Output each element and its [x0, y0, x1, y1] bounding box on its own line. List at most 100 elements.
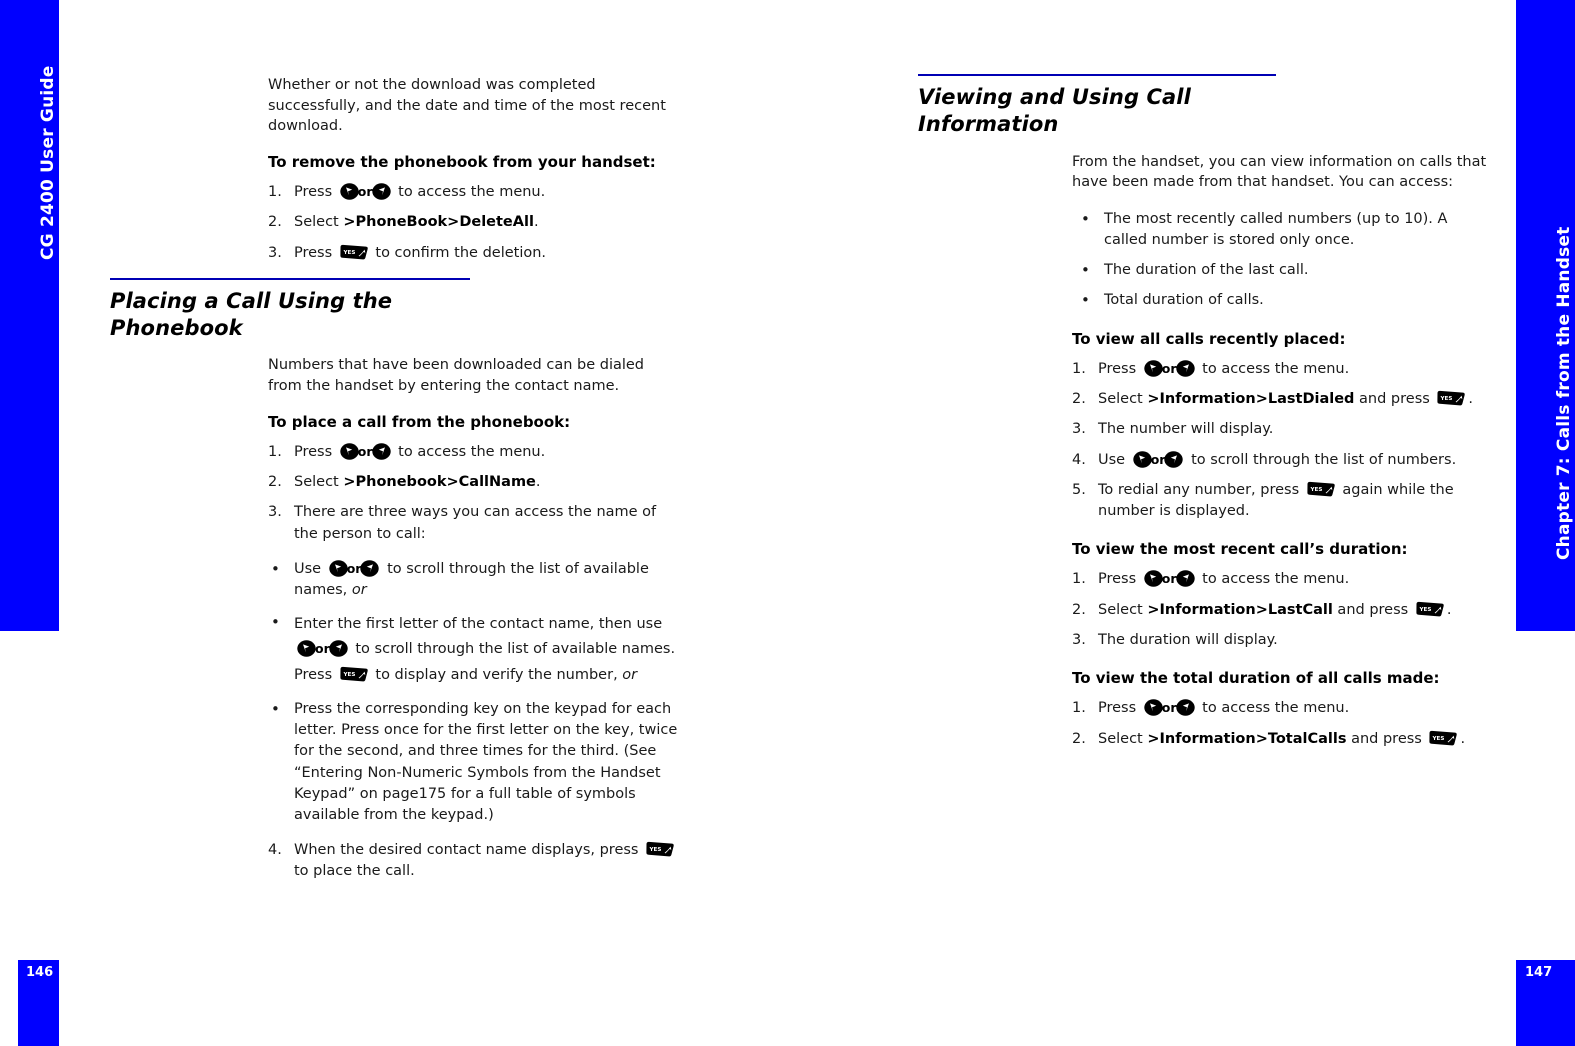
- step-text-mid: and press: [1332, 601, 1413, 618]
- or-label: or: [357, 444, 373, 460]
- chapter-tab-label: Chapter 7: Calls from the Handset: [1554, 226, 1574, 560]
- step-text-pre: The duration will display.: [1098, 631, 1278, 648]
- or-label: or: [1161, 571, 1177, 587]
- step-text-post: .: [1446, 601, 1452, 618]
- svg-text:YES: YES: [1309, 487, 1322, 493]
- step-text-pre: Press: [1098, 571, 1141, 588]
- step-text-pre: Select: [1098, 601, 1148, 618]
- bullet-glyph: •: [271, 700, 280, 719]
- nav-key-down-icon: [1133, 450, 1152, 468]
- step-number: 3.: [1072, 421, 1086, 438]
- list-item: 5. To redial any number, press YES again …: [1072, 480, 1490, 522]
- list-item: • The most recently called numbers (up to…: [1078, 209, 1490, 251]
- procedure-steps-view-recent-calls: 1. Press or to access the menu. 2. Select …: [1072, 359, 1490, 522]
- list-item: 1. Press or to access the menu.: [1072, 359, 1490, 380]
- step-text-pre: Use: [1098, 451, 1130, 468]
- list-item: 1. Press or to access the menu.: [268, 442, 680, 463]
- right-edge-tab: Chapter 7: Calls from the Handset: [1516, 0, 1575, 631]
- step-number: 3.: [268, 244, 282, 261]
- page-right-content: Viewing and Using Call Information From …: [918, 0, 1518, 1046]
- section-heading-viewing-call-info: Viewing and Using Call Information: [918, 85, 1191, 136]
- step-text-pre: Press: [1098, 361, 1141, 378]
- step-text-post: to access the menu.: [1197, 700, 1350, 717]
- or-label: or: [315, 641, 330, 657]
- svg-text:YES: YES: [649, 847, 662, 853]
- menu-path-command: >Information>LastDialed: [1147, 391, 1355, 408]
- step-text-post: .: [535, 474, 541, 491]
- nav-key-down-icon: [1144, 699, 1163, 717]
- or-label: or: [346, 560, 362, 576]
- bullet-text: The most recently called numbers (up to …: [1104, 210, 1448, 249]
- paragraph-phonebook-dial: Numbers that have been downloaded can be…: [268, 357, 645, 395]
- page-number-block-left: 146: [18, 960, 59, 1046]
- list-item: 1. Press or to access the menu.: [268, 182, 680, 203]
- procedure-steps-place-call-final: 4. When the desired contact name displays…: [268, 840, 680, 882]
- nav-key-up-icon: [1175, 570, 1195, 588]
- step-number: 3.: [1072, 631, 1086, 648]
- page-number-block-right: 147: [1516, 960, 1575, 1046]
- step-text-post: to access the menu.: [393, 184, 546, 201]
- svg-text:YES: YES: [1418, 607, 1431, 613]
- page-number-right: 147: [1525, 965, 1553, 980]
- list-item: 2. Select >Information>LastDialed and pre…: [1072, 389, 1490, 410]
- list-item: 3. Press YES to confirm the deletion.: [268, 243, 680, 264]
- user-guide-tab-label: CG 2400 User Guide: [38, 65, 58, 260]
- list-item: • Enter the first letter of the contact n…: [268, 612, 680, 688]
- nav-key-down-icon: [340, 443, 359, 460]
- step-text-pre: Press: [294, 444, 337, 461]
- bullet-text-or: or: [351, 581, 367, 598]
- nav-key-up-icon: [360, 560, 380, 577]
- step-number: 1.: [1072, 361, 1086, 378]
- bullet-glyph: •: [271, 559, 280, 578]
- list-item: • The duration of the last call.: [1078, 260, 1490, 281]
- svg-text:YES: YES: [1440, 396, 1453, 402]
- or-label: or: [1150, 451, 1166, 467]
- nav-key-pair: or: [1144, 698, 1195, 719]
- or-label: or: [357, 184, 373, 200]
- page-number-left: 146: [26, 965, 54, 980]
- nav-key-up-icon: [371, 183, 391, 200]
- bullet-text-or: or: [622, 666, 638, 683]
- list-item: 4. When the desired contact name displays…: [268, 840, 680, 882]
- bullet-text-pre: Use: [294, 560, 326, 577]
- procedure-steps-view-last-call-duration: 1. Press or to access the menu. 2. Select …: [1072, 569, 1490, 650]
- step-text-post: to scroll through the list of numbers.: [1186, 451, 1457, 468]
- step-text-pre: Select: [294, 474, 344, 491]
- svg-text:YES: YES: [342, 249, 355, 255]
- list-item: 2. Select >Information>LastCall and press…: [1072, 600, 1490, 621]
- bullet-glyph: •: [1081, 291, 1090, 310]
- svg-text:YES: YES: [342, 672, 355, 678]
- procedure-title-view-recent-calls: To view all calls recently placed:: [1072, 329, 1346, 348]
- procedure-steps-place-call: 1. Press or to access the menu. 2. Select …: [268, 442, 680, 545]
- left-edge-tab: CG 2400 User Guide: [0, 0, 59, 631]
- yes-key-icon: YES: [339, 244, 369, 261]
- step-number: 2.: [268, 474, 282, 491]
- yes-key-icon: YES: [645, 841, 675, 858]
- step-text-post: .: [533, 214, 539, 231]
- section-heading-placing-call: Placing a Call Using the Phonebook: [110, 288, 393, 340]
- nav-key-up-icon: [1175, 699, 1195, 717]
- step-text-pre: Select: [1098, 391, 1148, 408]
- list-item: 3. The number will display.: [1072, 419, 1490, 440]
- procedure-title-place-call: To place a call from the phonebook:: [268, 412, 571, 431]
- yes-key-icon: YES: [1415, 601, 1445, 618]
- svg-text:YES: YES: [1432, 735, 1445, 741]
- step-number: 5.: [1072, 481, 1086, 498]
- bullets-access-name-methods: • Use or to scroll through the list of av…: [268, 559, 680, 826]
- list-item: 1. Press or to access the menu.: [1072, 698, 1490, 719]
- bullet-text-pre: Press the corresponding key on the keypa…: [294, 701, 678, 823]
- bullet-glyph: •: [1081, 261, 1090, 280]
- nav-key-down-icon: [329, 560, 348, 577]
- step-text-pre: The number will display.: [1098, 421, 1274, 438]
- menu-path-command: >Information>TotalCalls: [1147, 730, 1347, 747]
- step-text-post: to confirm the deletion.: [370, 244, 547, 261]
- bullet-text-post: to display and verify the number,: [370, 666, 623, 683]
- step-number: 4.: [1072, 451, 1086, 468]
- step-number: 1.: [268, 444, 282, 461]
- section-rule: [110, 277, 470, 280]
- nav-key-down-icon: [1144, 360, 1163, 377]
- menu-path-command: >Phonebook>CallName: [343, 474, 536, 491]
- step-number: 2.: [1072, 601, 1086, 618]
- nav-key-up-icon: [1164, 450, 1184, 468]
- step-text-pre: To redial any number, press: [1098, 481, 1304, 498]
